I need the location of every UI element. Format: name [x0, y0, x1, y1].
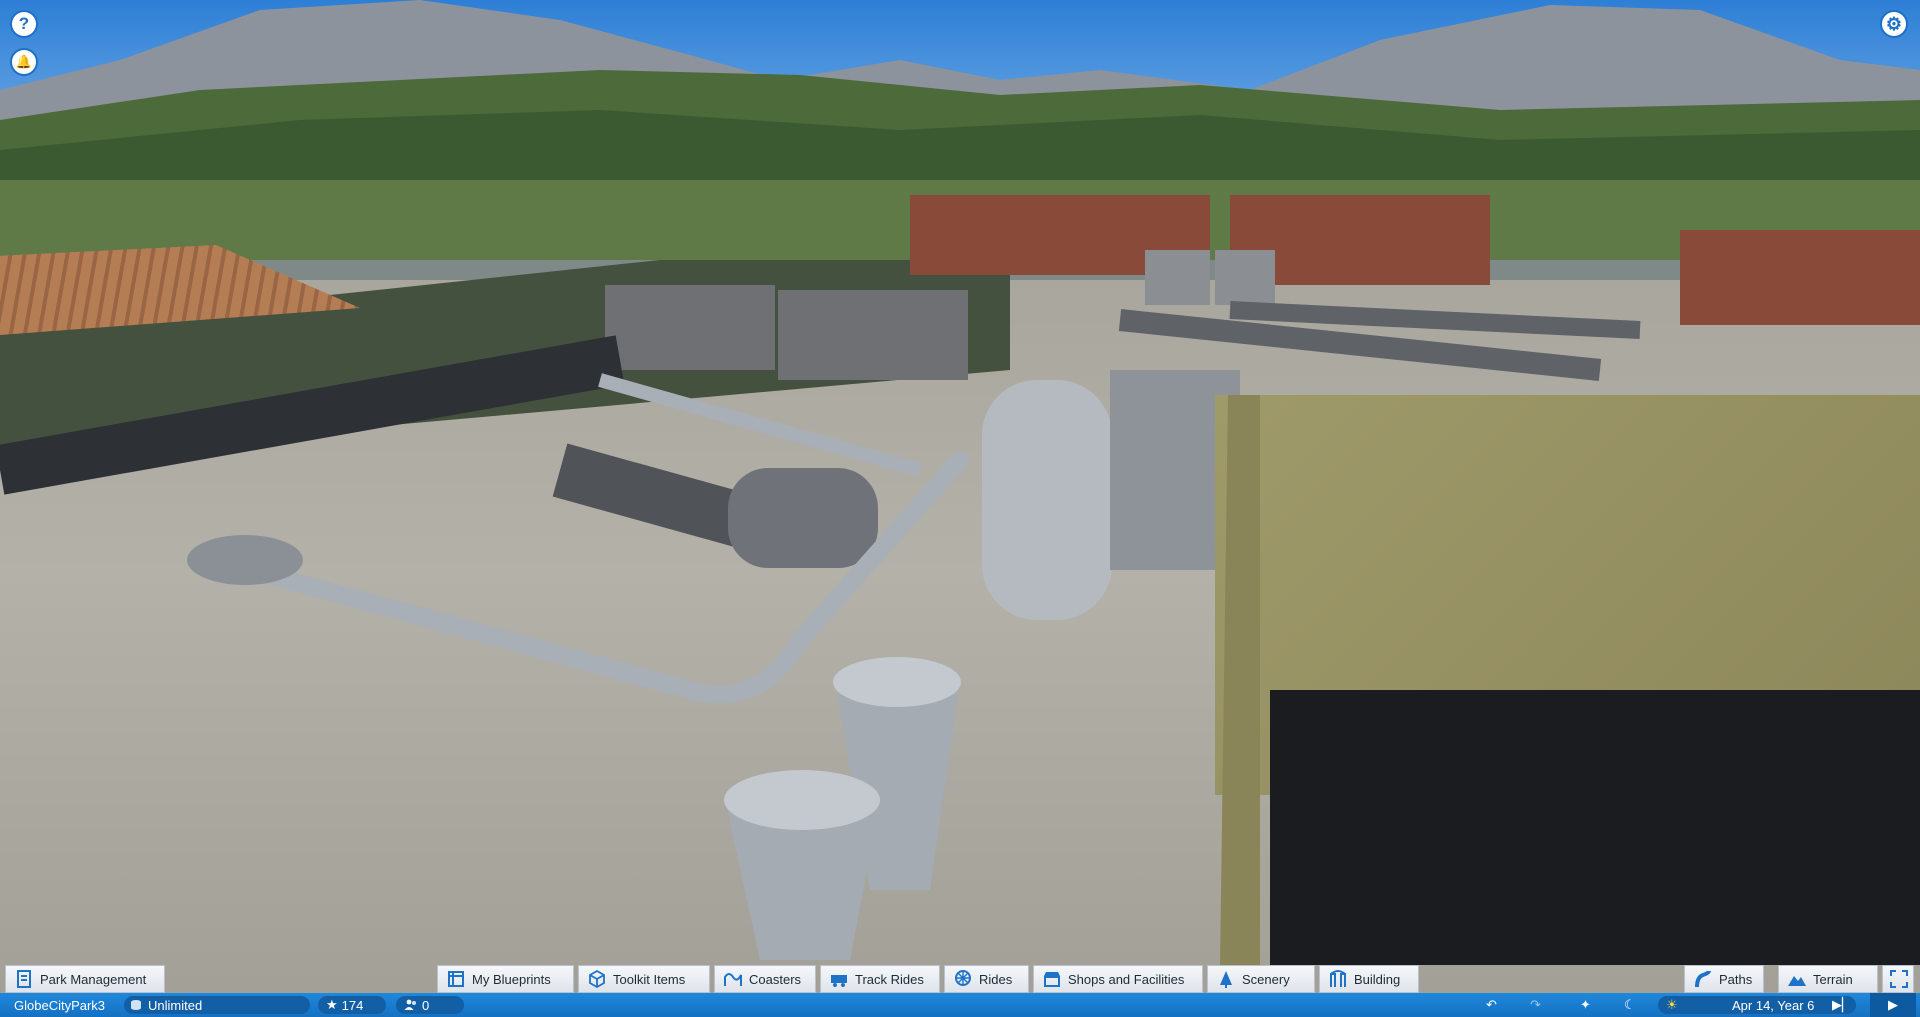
redo-icon: ↷ — [1530, 997, 1541, 1012]
rating-value: 174 — [341, 997, 364, 1013]
notifications-button[interactable]: 🔔 — [10, 48, 38, 76]
shops-and-facilities-label: Shops and Facilities — [1068, 971, 1185, 987]
star-icon: ★ — [326, 997, 338, 1012]
paths-label: Paths — [1719, 971, 1753, 987]
fast-forward-icon: ▶▏ — [1832, 997, 1852, 1012]
ferris-wheel-icon — [953, 969, 973, 989]
park-management-label: Park Management — [40, 971, 147, 987]
expand-icon — [1889, 969, 1909, 989]
building-label: Building — [1354, 971, 1401, 987]
paths-button[interactable]: Paths — [1684, 965, 1764, 993]
blueprint-icon — [446, 969, 466, 989]
settings-button[interactable]: ⚙ — [1880, 10, 1908, 38]
guests-value: 0 — [422, 997, 430, 1013]
my-blueprints-button[interactable]: My Blueprints — [437, 965, 574, 993]
fast-forward-button[interactable]: ▶▏ — [1832, 993, 1852, 1017]
rides-label: Rides — [979, 971, 1013, 987]
bell-icon: 🔔 — [15, 54, 33, 69]
weather-button[interactable]: ☾ — [1624, 993, 1636, 1017]
coaster-icon — [723, 969, 743, 989]
money-display: Unlimited — [130, 993, 202, 1017]
build-toolbar: Park Management My Blueprints Toolkit It… — [0, 965, 1920, 993]
sun-indicator: ☀ — [1666, 993, 1678, 1017]
money-value: Unlimited — [148, 997, 203, 1013]
terrain-button[interactable]: Terrain — [1778, 965, 1878, 993]
help-icon: ? — [18, 14, 30, 33]
sun-icon: ☀ — [1666, 997, 1678, 1012]
redo-button[interactable]: ↷ — [1530, 993, 1541, 1017]
weather-icon: ☾ — [1624, 997, 1636, 1012]
terrain-label: Terrain — [1813, 971, 1853, 987]
rides-button[interactable]: Rides — [944, 965, 1029, 993]
sparkle-icon: ✦ — [1580, 997, 1591, 1012]
paths-icon — [1693, 969, 1713, 989]
building-icon — [1328, 969, 1348, 989]
game-date: Apr 14, Year 6 — [1732, 997, 1815, 1013]
play-button[interactable]: ▶ — [1870, 993, 1916, 1017]
help-button[interactable]: ? — [10, 10, 38, 38]
track-rides-button[interactable]: Track Rides — [820, 965, 940, 993]
scenery-label: Scenery — [1242, 971, 1290, 987]
play-icon: ▶ — [1888, 997, 1898, 1012]
coasters-button[interactable]: Coasters — [714, 965, 816, 993]
park-rating: ★ 174 — [326, 993, 363, 1017]
guests-icon — [404, 999, 418, 1011]
shop-icon — [1042, 969, 1062, 989]
train-icon — [829, 969, 849, 989]
park-management-icon — [14, 969, 34, 989]
sparkle-button[interactable]: ✦ — [1580, 993, 1591, 1017]
guest-count: 0 — [404, 993, 429, 1017]
game-viewport[interactable] — [0, 0, 1920, 1017]
cube-icon — [587, 969, 607, 989]
building-shadow — [1270, 690, 1920, 965]
coasters-label: Coasters — [749, 971, 802, 987]
toolkit-items-label: Toolkit Items — [613, 971, 686, 987]
coins-icon — [130, 999, 142, 1011]
terrain-icon — [1787, 969, 1807, 989]
scenery-button[interactable]: Scenery — [1207, 965, 1315, 993]
status-bar: GlobeCityPark3 Unlimited ★ 174 0 ↶ ↷ ✦ ☾… — [0, 993, 1920, 1017]
gear-icon: ⚙ — [1885, 13, 1903, 34]
expand-button[interactable] — [1882, 965, 1914, 993]
toolkit-items-button[interactable]: Toolkit Items — [578, 965, 710, 993]
shops-and-facilities-button[interactable]: Shops and Facilities — [1033, 965, 1203, 993]
building-button[interactable]: Building — [1319, 965, 1419, 993]
undo-icon: ↶ — [1486, 997, 1497, 1012]
park-management-button[interactable]: Park Management — [5, 965, 165, 993]
track-rides-label: Track Rides — [855, 971, 924, 987]
my-blueprints-label: My Blueprints — [472, 971, 551, 987]
undo-button[interactable]: ↶ — [1486, 993, 1497, 1017]
scenery-icon — [1216, 969, 1236, 989]
park-name[interactable]: GlobeCityPark3 — [14, 993, 105, 1017]
